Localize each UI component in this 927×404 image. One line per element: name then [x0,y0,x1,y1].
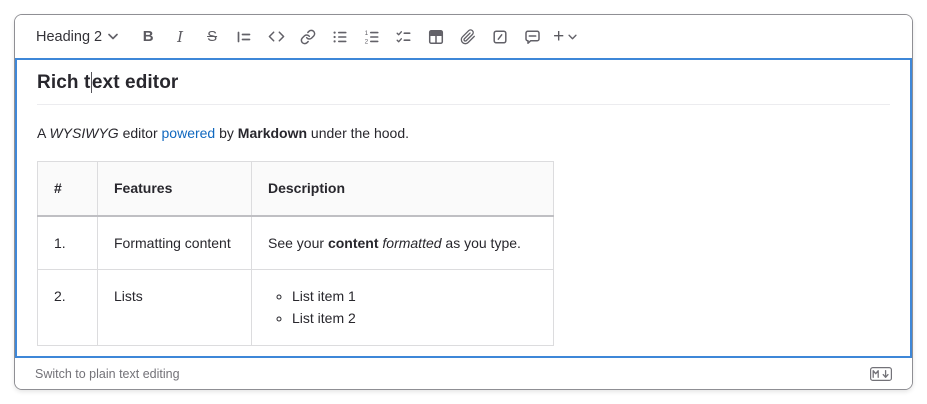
paragraph-text: editor [119,125,162,141]
paragraph-text: under the hood. [307,125,409,141]
quote-icon [236,29,252,45]
bold-button[interactable]: B [133,22,163,52]
attachment-button[interactable] [453,22,483,52]
bullet-list-button[interactable] [325,22,355,52]
plus-icon: + [553,27,564,46]
table-cell-number: 2. [38,269,98,345]
description-text: as you type. [442,235,521,251]
strikethrough-button[interactable]: S [197,22,227,52]
table-cell-description: See your content formatted as you type. [252,216,554,270]
bullet-list: List item 1 List item 2 [268,286,537,329]
table-icon [428,29,444,45]
code-button[interactable] [261,22,291,52]
paperclip-icon [460,29,476,45]
details-block-button[interactable] [485,22,515,52]
table-button[interactable] [421,22,451,52]
table-row: 2. Lists List item 1 List item 2 [38,269,554,345]
comment-button[interactable] [517,22,547,52]
markdown-icon [870,367,892,381]
switch-to-plain-text-link[interactable]: Switch to plain text editing [35,367,180,381]
chevron-down-icon [108,33,118,40]
table-row: 1. Formatting content See your content f… [38,216,554,270]
strikethrough-icon: S [207,28,217,45]
table-cell-number: 1. [38,216,98,270]
svg-text:2: 2 [365,38,369,45]
chevron-down-icon [568,34,577,40]
list-item: List item 2 [292,308,537,330]
more-options-button[interactable]: + [549,22,581,52]
table-cell-feature: Formatting content [98,216,252,270]
list-item: List item 1 [292,286,537,308]
table-cell-feature: Lists [98,269,252,345]
table-cell-description: List item 1 List item 2 [252,269,554,345]
blockquote-button[interactable] [229,22,259,52]
document-table: # Features Description 1. Formatting con… [37,161,554,346]
code-icon [268,29,285,44]
editor-footer: Switch to plain text editing [15,358,912,389]
paragraph-bold-text: Markdown [238,125,307,141]
table-header-cell: # [38,162,98,216]
description-italic-text: formatted [382,235,441,251]
task-list-button[interactable] [389,22,419,52]
paragraph-text: by [215,125,238,141]
bullet-list-icon [332,29,348,45]
editor-content-area[interactable]: Rich text editor A WYSIWYG editor powere… [15,58,912,358]
task-list-icon [396,29,412,45]
italic-icon: I [177,28,183,46]
table-header-row: # Features Description [38,162,554,216]
document-paragraph: A WYSIWYG editor powered by Markdown und… [37,123,890,143]
link-button[interactable] [293,22,323,52]
text-style-dropdown[interactable]: Heading 2 [30,22,124,52]
description-bold-text: content [328,235,379,251]
document-heading: Rich text editor [37,72,890,105]
comment-icon [524,29,541,45]
paragraph-italic-text: WYSIWYG [49,125,118,141]
ordered-list-icon: 1 2 [364,29,380,45]
details-block-icon [492,29,508,45]
bold-icon: B [143,28,154,45]
heading-text-after-caret: ext editor [92,72,179,93]
italic-button[interactable]: I [165,22,195,52]
powered-link[interactable]: powered [162,125,216,141]
heading-text-before-caret: Rich t [37,72,90,93]
text-style-dropdown-label: Heading 2 [36,29,102,45]
rich-text-editor-widget: Heading 2 B I S [14,14,913,390]
link-icon [300,29,316,45]
svg-text:1: 1 [365,30,369,37]
table-header-cell: Description [252,162,554,216]
paragraph-text: A [37,125,49,141]
table-header-cell: Features [98,162,252,216]
editor-toolbar: Heading 2 B I S [15,15,912,58]
ordered-list-button[interactable]: 1 2 [357,22,387,52]
description-text: See your [268,235,328,251]
